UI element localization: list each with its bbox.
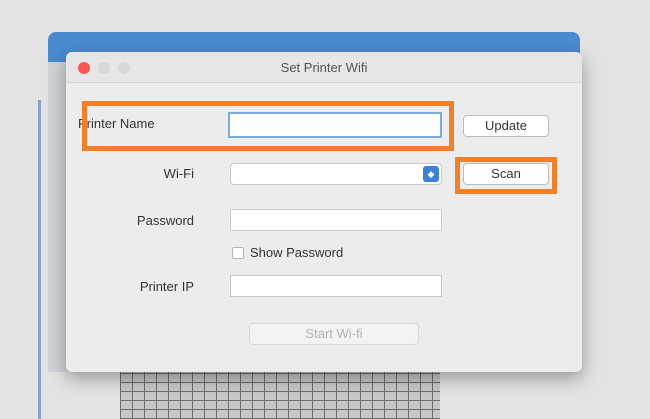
chevron-updown-icon: ◆ xyxy=(423,166,439,182)
show-password-label: Show Password xyxy=(250,245,344,260)
printer-ip-label: Printer IP xyxy=(139,279,194,294)
scan-button-highlight xyxy=(455,157,557,194)
set-printer-wifi-dialog: Set Printer Wifi Printer Name Update Wi-… xyxy=(66,52,582,372)
dialog-title: Set Printer Wifi xyxy=(280,60,368,75)
update-button[interactable]: Update xyxy=(463,115,549,137)
wifi-label: Wi-Fi xyxy=(163,166,194,181)
show-password-checkbox[interactable] xyxy=(232,247,244,259)
printer-name-highlight xyxy=(82,101,454,151)
background-edge xyxy=(38,100,41,419)
password-label: Password xyxy=(136,213,194,228)
start-wifi-button[interactable]: Start Wi-fi xyxy=(249,323,419,345)
dialog-titlebar: Set Printer Wifi xyxy=(66,52,582,83)
build-plate-grid xyxy=(120,368,440,419)
wifi-select[interactable]: ◆ xyxy=(230,163,442,185)
password-input[interactable] xyxy=(230,209,442,231)
printer-ip-input[interactable] xyxy=(230,275,442,297)
